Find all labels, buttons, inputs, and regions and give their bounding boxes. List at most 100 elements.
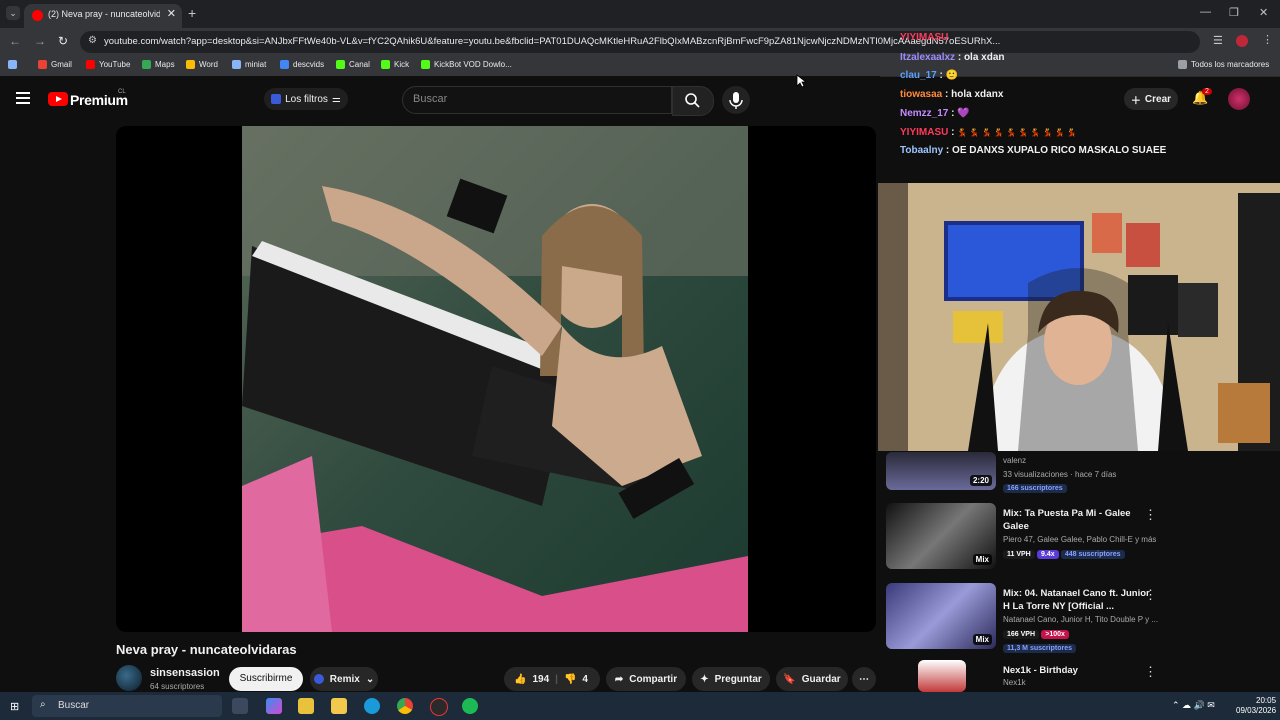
chat-message: Nemzz_17 : 💜 — [900, 108, 970, 119]
video-menu-icon[interactable]: ⋮ — [1144, 664, 1157, 680]
channel-avatar[interactable] — [116, 665, 142, 691]
tab-close-icon[interactable]: ✕ — [167, 7, 176, 20]
minimize-button[interactable]: — — [1200, 6, 1211, 18]
file-explorer-icon[interactable] — [331, 698, 347, 714]
ask-button[interactable]: ✦ Preguntar — [692, 667, 770, 691]
streamer-webcam — [878, 183, 1280, 451]
related-thumbnail[interactable]: Mix — [886, 503, 996, 569]
hamburger-menu-icon[interactable] — [16, 92, 30, 104]
forward-button[interactable]: → — [34, 34, 46, 48]
stream-chat-overlay: YIYIMASU Itzalexaalxz : ola xdan clau_17… — [896, 30, 1276, 170]
related-title[interactable]: Mix: 04. Natanael Cano ft. Junior H La T… — [1003, 587, 1153, 613]
bookmark-canal[interactable]: Canal — [336, 60, 370, 69]
thumbs-down-icon: 👎 — [563, 673, 577, 685]
edge-icon[interactable] — [364, 698, 380, 714]
youtube-logo-icon[interactable] — [48, 92, 68, 106]
sparkle-icon: ✦ — [700, 673, 709, 685]
related-channel[interactable]: Natanael Cano, Junior H, Tito Double P y… — [1003, 615, 1158, 624]
related-thumbnail[interactable] — [918, 660, 966, 692]
spotify-icon[interactable] — [462, 698, 478, 714]
subs-badge: 448 suscriptores — [1060, 550, 1125, 559]
related-channel[interactable]: valenz — [1003, 456, 1026, 465]
mouse-cursor-icon — [796, 74, 806, 88]
dislike-count: 4 — [582, 673, 588, 685]
video-menu-icon[interactable]: ⋮ — [1144, 587, 1157, 603]
sliders-icon: ⚌ — [331, 93, 341, 105]
chevron-down-icon: ⌄ — [365, 673, 375, 685]
site-info-icon[interactable]: ⚙ — [88, 35, 97, 46]
bookmark-kickbot[interactable]: KickBot VOD Dowlo... — [421, 60, 512, 69]
new-tab-button[interactable]: + — [188, 5, 196, 21]
back-button[interactable]: ← — [9, 34, 21, 48]
filters-button[interactable]: Los filtros ⚌ — [264, 88, 348, 110]
apps-icon[interactable] — [8, 60, 17, 69]
copilot-icon[interactable] — [266, 698, 282, 714]
bookmark-maps[interactable]: Maps — [142, 60, 175, 69]
related-title[interactable]: Nex1k - Birthday — [1003, 664, 1153, 677]
mix-badge: Mix — [972, 554, 992, 565]
close-window-button[interactable]: ✕ — [1259, 6, 1268, 19]
related-channel[interactable]: Piero 47, Galee Galee, Pablo Chill-E y m… — [1003, 535, 1156, 544]
search-icon: ⌕ — [40, 699, 46, 710]
related-thumbnail[interactable]: 2:20 — [886, 452, 996, 490]
share-button[interactable]: ➦ Compartir — [606, 667, 686, 691]
channel-name[interactable]: sinsensasion — [150, 667, 220, 679]
related-thumbnail[interactable]: Mix — [886, 583, 996, 649]
subscribe-button[interactable]: Suscribirme — [229, 667, 303, 691]
restore-button[interactable]: ❐ — [1229, 6, 1239, 19]
obs-icon[interactable] — [430, 698, 448, 716]
clock-date: 09/03/2026 — [1236, 706, 1277, 715]
like-button[interactable]: 👍 194 — [514, 674, 549, 685]
microphone-icon — [729, 92, 743, 109]
divider: | — [555, 673, 558, 685]
save-button[interactable]: 🔖 Guardar — [776, 667, 848, 691]
ellipsis-icon: ⋯ — [859, 673, 869, 685]
subs-badge: 166 suscriptores — [1003, 484, 1067, 493]
related-title[interactable]: Mix: Ta Puesta Pa Mi - Galee Galee — [1003, 507, 1153, 533]
windows-start-icon[interactable]: ⊞ — [10, 700, 19, 713]
more-actions-button[interactable]: ⋯ — [852, 667, 876, 691]
store-icon[interactable] — [298, 698, 314, 714]
thumbs-up-icon: 👍 — [514, 673, 527, 685]
share-icon: ➦ — [614, 673, 624, 685]
related-channel[interactable]: Nex1k — [1003, 678, 1026, 687]
video-frame[interactable] — [242, 126, 748, 632]
task-view-icon[interactable] — [232, 698, 248, 714]
multiplier-badge: 9.4x — [1036, 550, 1059, 559]
system-tray-icons[interactable]: ⌃ ☁ 🔊 ✉ — [1172, 700, 1215, 711]
bookmark-youtube[interactable]: YouTube — [86, 60, 130, 69]
clock-time: 20:05 — [1256, 696, 1277, 705]
multiplier-badge: >100x — [1041, 630, 1069, 639]
video-menu-icon[interactable]: ⋮ — [1144, 507, 1157, 523]
chrome-icon[interactable] — [397, 698, 413, 714]
remix-button[interactable]: Remix ⌄ — [310, 667, 378, 691]
search-button[interactable] — [672, 86, 714, 116]
dislike-button[interactable]: 👎 4 — [564, 674, 588, 685]
bookmark-kick[interactable]: Kick — [381, 60, 409, 69]
subs-badge: 11,3 M suscriptores — [1003, 644, 1076, 653]
tab-title: (2) Neva pray - nuncateolvidaras — [48, 9, 160, 19]
related-video[interactable]: Mix Mix: Ta Puesta Pa Mi - Galee Galee P… — [886, 503, 1280, 573]
reload-button[interactable]: ↻ — [58, 34, 68, 48]
search-input[interactable]: Buscar — [402, 86, 672, 114]
browser-tab[interactable]: (2) Neva pray - nuncateolvidaras ✕ — [24, 4, 182, 28]
chat-message: Itzalexaalxz : ola xdan — [900, 52, 1005, 63]
taskbar-search-input[interactable]: ⌕ Buscar — [32, 695, 222, 717]
bookmark-gmail[interactable]: Gmail — [38, 60, 72, 69]
channel-subscriber-count: 64 suscriptores — [150, 682, 205, 691]
filters-extension-icon — [271, 94, 282, 104]
bookmark-miniat[interactable]: miniat — [232, 60, 266, 69]
chat-message: tiowasaa : hola xdanx — [900, 89, 1004, 100]
tab-search-button[interactable]: ⌄ — [6, 6, 20, 20]
voice-search-button[interactable] — [722, 86, 750, 114]
related-video[interactable]: Mix Mix: 04. Natanael Cano ft. Junior H … — [886, 583, 1280, 653]
youtube-favicon-icon — [32, 10, 43, 21]
mix-badge: Mix — [972, 634, 992, 645]
duration-badge: 2:20 — [969, 475, 992, 486]
bookmark-descvids[interactable]: descvids — [280, 60, 324, 69]
bookmark-word[interactable]: Word — [186, 60, 218, 69]
related-video[interactable]: Nex1k - Birthday Nex1k ⋮ — [886, 660, 1280, 692]
taskbar-clock[interactable]: 20:05 09/03/2026 — [1236, 696, 1276, 716]
related-stats: 33 visualizaciones · hace 7 días — [1003, 470, 1117, 479]
chat-message: YIYIMASU — [900, 32, 949, 43]
